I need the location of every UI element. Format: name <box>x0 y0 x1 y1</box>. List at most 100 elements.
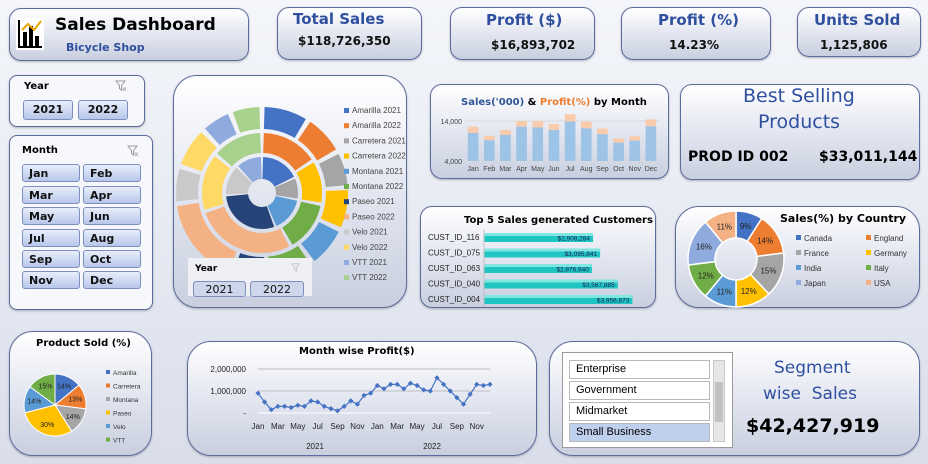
legend-swatch <box>344 199 349 205</box>
product-sold-chart: 14% 13% 14% 30% 14% 15% Amarilla Carretera Monta… <box>23 370 141 445</box>
month-apr-button[interactable]: Apr <box>83 186 141 204</box>
kpi-label: Profit ($) <box>486 11 563 29</box>
x-tick-label: Apr <box>516 166 528 173</box>
doughnut-segment <box>176 168 201 202</box>
legend-label: France <box>804 249 829 258</box>
month-dec-button[interactable]: Dec <box>83 271 141 289</box>
profit-bar <box>597 128 608 135</box>
month-sep-button[interactable]: Sep <box>22 250 80 268</box>
year-2021-button[interactable]: 2021 <box>23 100 73 120</box>
year-slicer: Year 2021 2022 <box>9 75 145 127</box>
profit-marker <box>487 381 493 387</box>
top-customers-chart: CUST_ID_116 $2,908,284 CUST_ID_075 $3,095,8… <box>428 230 633 307</box>
kpi-label: Profit (%) <box>658 11 739 29</box>
x-tick-label: Jul <box>566 166 575 173</box>
legend-swatch <box>866 280 871 285</box>
x-tick-label: Sep <box>450 422 465 431</box>
month-aug-button[interactable]: Aug <box>83 229 141 247</box>
sales-bar <box>467 133 479 161</box>
legend-swatch <box>796 280 801 285</box>
profit-bar <box>516 121 527 127</box>
doughnut-year-2021-button[interactable]: 2021 <box>193 281 246 297</box>
profit-marker <box>427 388 433 394</box>
year-2022-button[interactable]: 2022 <box>78 100 128 120</box>
kpi-value: $16,893,702 <box>491 38 576 52</box>
legend-label: VTT <box>113 438 125 445</box>
doughnut-segment <box>202 156 231 210</box>
month-profit-card: Month wise Profit($) 2,000,000 1,000,000-… <box>187 341 537 456</box>
legend-swatch <box>866 265 871 270</box>
profit-marker <box>328 406 334 412</box>
top-customers-card: Top 5 Sales generated Customers CUST_ID_… <box>420 206 656 308</box>
slice-label: 15% <box>38 384 52 391</box>
x-tick-label: Sep <box>330 422 345 431</box>
slice-label: 14% <box>757 237 773 246</box>
slice-label: 9% <box>740 222 752 231</box>
slicer-title: Year <box>195 264 218 274</box>
month-jan-button[interactable]: Jan <box>22 164 80 182</box>
legend-label: Italy <box>874 264 889 273</box>
profit-marker <box>281 403 288 409</box>
month-mar-button[interactable]: Mar <box>22 186 80 204</box>
sales-bar <box>548 129 560 161</box>
slice-label: 15% <box>760 267 776 276</box>
slice-label: 14% <box>57 383 71 390</box>
category-label: CUST_ID_075 <box>428 249 481 258</box>
kpi-label: Units Sold <box>814 11 901 29</box>
y-tick-label: 4,000 <box>444 159 462 166</box>
month-may-button[interactable]: May <box>22 207 80 225</box>
legend-swatch <box>344 153 349 159</box>
slice-label: 11% <box>717 287 732 296</box>
segment-small-business-option[interactable]: Small Business <box>569 423 710 442</box>
legend-swatch <box>106 410 110 415</box>
x-tick-label: May <box>290 422 305 431</box>
doughnut-segment <box>296 162 322 203</box>
legend-swatch <box>106 424 110 428</box>
x-tick-label: Dec <box>645 166 658 173</box>
profit-bar <box>532 121 544 128</box>
slicer-title: Month <box>22 145 58 156</box>
segment-value: $42,427,919 <box>746 415 880 437</box>
month-oct-button[interactable]: Oct <box>83 250 141 268</box>
profit-marker <box>480 382 486 389</box>
legend-swatch <box>344 123 349 129</box>
category-label: CUST_ID_004 <box>428 295 481 304</box>
slice-label: 12% <box>741 287 757 296</box>
slice-label: 14% <box>66 414 80 421</box>
legend-swatch <box>344 244 349 250</box>
kpi-value: $118,726,350 <box>298 34 391 48</box>
kpi-profit-percent: Profit (%) 14.23% <box>621 7 771 60</box>
segment-midmarket-option[interactable]: Midmarket <box>569 402 710 421</box>
segment-enterprise-option[interactable]: Enterprise <box>569 360 710 379</box>
month-nov-button[interactable]: Nov <box>22 271 80 289</box>
clear-filter-icon[interactable] <box>127 145 139 157</box>
category-label: CUST_ID_063 <box>428 264 481 273</box>
segment-government-option[interactable]: Government <box>569 381 710 400</box>
x-tick-label: May <box>410 422 425 431</box>
country-sales-chart: 9%14%15%12%11%12%16%11%Canada EnglandFran… <box>687 210 907 308</box>
legend-label: Velo 2022 <box>352 243 388 252</box>
x-tick-label: Nov <box>350 422 364 431</box>
x-tick-label: Nov <box>470 422 484 431</box>
segment-scrollbar-thumb[interactable] <box>715 382 723 422</box>
x-tick-label: Jun <box>548 166 559 173</box>
month-jul-button[interactable]: Jul <box>22 229 80 247</box>
profit-bar <box>645 119 657 127</box>
doughnut-year-2022-button[interactable]: 2022 <box>250 281 304 297</box>
clear-filter-icon[interactable] <box>291 263 301 273</box>
sales-bar <box>500 135 511 161</box>
sales-bar <box>564 121 576 161</box>
legend-swatch <box>796 265 801 270</box>
profit-bar <box>548 124 560 130</box>
month-jun-button[interactable]: Jun <box>83 207 141 225</box>
legend-label: Montana 2022 <box>352 182 404 191</box>
x-tick-label: Mar <box>499 166 512 173</box>
legend-label: India <box>804 264 822 273</box>
legend-swatch <box>796 235 801 240</box>
data-label: $3,956,873 <box>597 298 630 305</box>
kpi-units-sold: Units Sold 1,125,806 <box>797 7 921 57</box>
legend-swatch <box>344 168 349 174</box>
month-feb-button[interactable]: Feb <box>83 164 141 182</box>
sales-bar <box>597 134 608 161</box>
clear-filter-icon[interactable] <box>115 80 127 92</box>
